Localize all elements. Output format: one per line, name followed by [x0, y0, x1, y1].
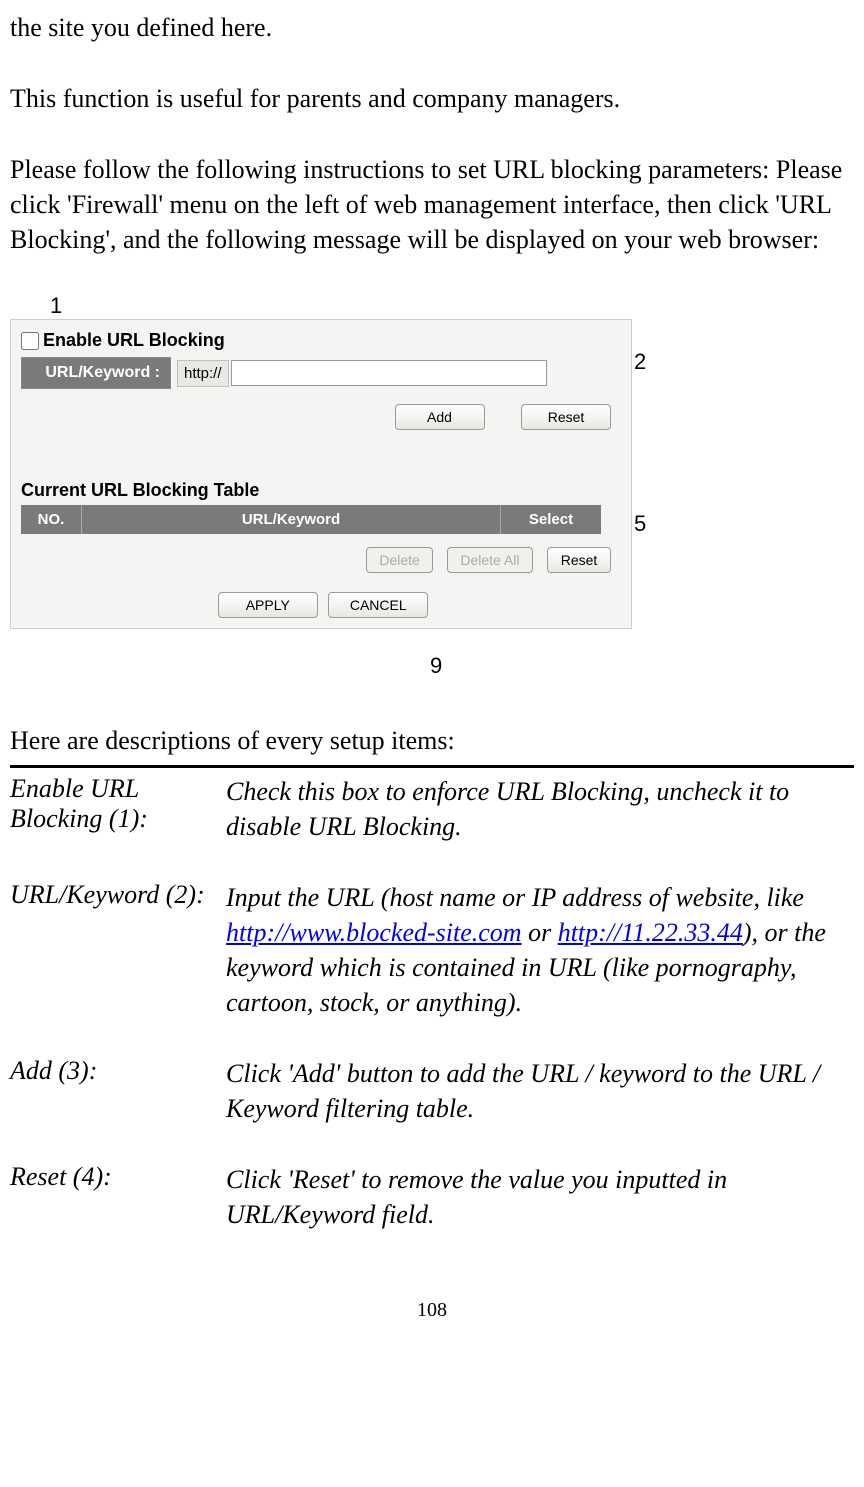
reset-table-button[interactable]: Reset: [547, 547, 611, 573]
url-keyword-label: URL/Keyword :: [21, 357, 171, 389]
page-number: 108: [10, 1299, 854, 1322]
link-blocked-site[interactable]: http://www.blocked-site.com: [226, 918, 522, 947]
desc-reset-text: Click 'Reset' to remove the value you in…: [226, 1162, 854, 1268]
desc-url-mid: or: [522, 918, 558, 947]
reset-button[interactable]: Reset: [521, 404, 611, 430]
callout-1: 1: [50, 293, 62, 319]
url-keyword-input[interactable]: [231, 360, 547, 386]
enable-url-blocking-checkbox[interactable]: [21, 332, 39, 350]
cancel-button[interactable]: CANCEL: [328, 592, 428, 618]
intro-instructions: Please follow the following instructions…: [10, 152, 854, 257]
delete-all-button[interactable]: Delete All: [447, 547, 532, 573]
table-header-select: Select: [501, 505, 601, 534]
desc-url-prefix: Input the URL (host name or IP address o…: [226, 883, 804, 912]
callout-9: 9: [430, 653, 442, 679]
desc-url-text: Input the URL (host name or IP address o…: [226, 880, 854, 1056]
desc-add-text: Click 'Add' button to add the URL / keyw…: [226, 1056, 854, 1162]
url-protocol-prefix: http://: [177, 360, 229, 387]
current-table-title: Current URL Blocking Table: [21, 480, 621, 501]
intro-line-2: This function is useful for parents and …: [10, 81, 854, 116]
url-blocking-table: NO. URL/Keyword Select: [21, 505, 601, 534]
desc-enable-label: Enable URL Blocking (1):: [10, 774, 226, 880]
link-ip[interactable]: http://11.22.33.44: [558, 918, 743, 947]
url-blocking-panel-container: 1 2 3 4 5 6 7 8 9 Enable URL Blocking UR…: [10, 293, 670, 693]
delete-button[interactable]: Delete: [366, 547, 432, 573]
callout-2: 2: [634, 349, 646, 375]
add-button[interactable]: Add: [395, 404, 485, 430]
desc-url-label: URL/Keyword (2):: [10, 880, 226, 1056]
enable-url-blocking-label: Enable URL Blocking: [43, 330, 225, 351]
apply-button[interactable]: APPLY: [218, 592, 318, 618]
descriptions-table: Enable URL Blocking (1): Check this box …: [10, 774, 854, 1269]
desc-enable-text: Check this box to enforce URL Blocking, …: [226, 774, 854, 880]
table-header-url: URL/Keyword: [82, 505, 501, 534]
descriptions-intro: Here are descriptions of every setup ite…: [10, 723, 854, 758]
desc-reset-label: Reset (4):: [10, 1162, 226, 1268]
separator: [10, 765, 854, 768]
intro-line-1: the site you defined here.: [10, 10, 854, 45]
url-blocking-panel: Enable URL Blocking URL/Keyword : http:/…: [10, 319, 632, 629]
table-header-no: NO.: [21, 505, 82, 534]
callout-5: 5: [634, 511, 646, 537]
desc-add-label: Add (3):: [10, 1056, 226, 1162]
